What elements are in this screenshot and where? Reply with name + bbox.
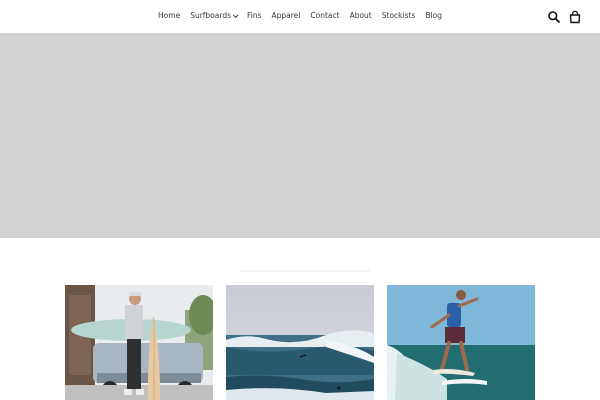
nav-stockists-label: Stockists (381, 11, 416, 20)
gallery-item-3[interactable] (387, 285, 535, 400)
nav-apparel-label: Apparel (271, 11, 301, 20)
nav-about[interactable]: About (350, 11, 372, 20)
search-button[interactable] (547, 9, 561, 23)
main-nav: Home Surfboards Fins Apparel Contact Abo… (0, 11, 600, 20)
surfer-riding-wave-photo (387, 285, 535, 400)
ocean-waves-photo (226, 285, 374, 400)
hero-banner (0, 33, 600, 238)
nav-home-label: Home (158, 11, 181, 20)
nav-surfboards[interactable]: Surfboards (190, 11, 239, 20)
cart-button[interactable] (568, 9, 582, 24)
man-with-surfboards-photo (65, 285, 213, 400)
nav-fins[interactable]: Fins (247, 11, 262, 20)
nav-contact[interactable]: Contact (310, 11, 339, 20)
nav-apparel[interactable]: Apparel (272, 11, 301, 20)
nav-about-label: About (349, 11, 372, 20)
nav-home[interactable]: Home (158, 11, 180, 20)
nav-fins-label: Fins (247, 11, 262, 20)
nav-contact-label: Contact (310, 11, 340, 20)
nav-blog-label: Blog (425, 11, 442, 20)
site-header: Home Surfboards Fins Apparel Contact Abo… (0, 0, 600, 33)
gallery-item-1[interactable] (65, 285, 213, 400)
nav-surfboards-label: Surfboards (190, 11, 231, 20)
chevron-down-icon (232, 11, 239, 18)
cart-icon (569, 10, 581, 24)
divider (240, 270, 370, 272)
gallery-item-2[interactable] (226, 285, 374, 400)
search-icon (548, 11, 560, 23)
nav-blog[interactable]: Blog (425, 11, 442, 20)
nav-stockists[interactable]: Stockists (382, 11, 416, 20)
